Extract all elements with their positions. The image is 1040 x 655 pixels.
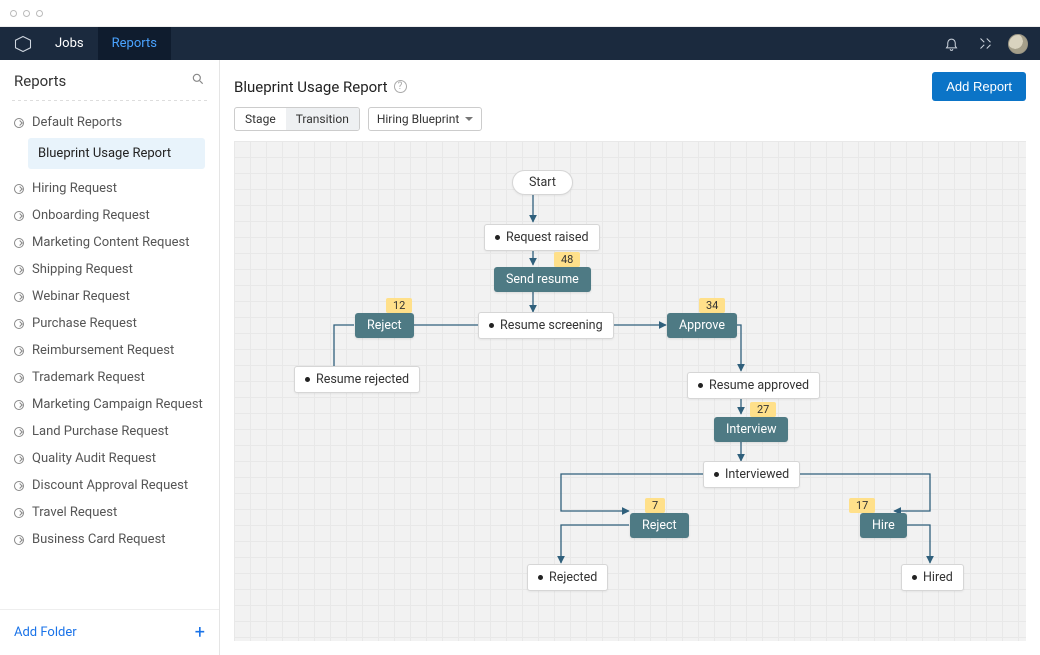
- chevron-down-icon: [465, 117, 473, 121]
- sidebar-item-label: Quality Audit Request: [32, 451, 156, 466]
- sidebar-item-marketing-content-request[interactable]: Marketing Content Request: [0, 229, 219, 256]
- chevron-right-icon: [14, 427, 24, 437]
- sidebar-item-label: Onboarding Request: [32, 208, 150, 223]
- state-rejected[interactable]: Rejected: [527, 564, 608, 591]
- chevron-right-icon: [14, 292, 24, 302]
- sidebar-item-label: Business Card Request: [32, 532, 166, 547]
- segment-stage[interactable]: Stage: [235, 108, 286, 130]
- transition-reject2[interactable]: Reject: [630, 513, 689, 538]
- sidebar-item-webinar-request[interactable]: Webinar Request: [0, 283, 219, 310]
- page-title: Blueprint Usage Report: [234, 78, 388, 96]
- transition-reject1[interactable]: Reject: [355, 313, 414, 338]
- bell-icon[interactable]: [940, 33, 962, 55]
- state-resume-approved[interactable]: Resume approved: [687, 372, 820, 399]
- topbar: Jobs Reports: [0, 27, 1040, 60]
- transition-approve[interactable]: Approve: [667, 313, 737, 338]
- avatar[interactable]: [1008, 34, 1028, 54]
- chevron-right-icon: [14, 265, 24, 275]
- badge-reject2: 7: [645, 498, 665, 513]
- chevron-right-icon: [14, 211, 24, 221]
- state-start[interactable]: Start: [512, 170, 573, 195]
- sidebar-item-label: Hiring Request: [32, 181, 117, 196]
- plus-icon: +: [195, 622, 205, 643]
- sidebar-item-label: Trademark Request: [32, 370, 145, 385]
- chevron-right-icon: [14, 373, 24, 383]
- sidebar-item-trademark-request[interactable]: Trademark Request: [0, 364, 219, 391]
- state-resume-screening[interactable]: Resume screening: [478, 312, 614, 339]
- state-hired[interactable]: Hired: [901, 564, 964, 591]
- blueprint-dropdown[interactable]: Hiring Blueprint: [368, 107, 482, 131]
- add-folder-button[interactable]: Add Folder +: [0, 609, 219, 655]
- sidebar-item-shipping-request[interactable]: Shipping Request: [0, 256, 219, 283]
- transition-hire[interactable]: Hire: [860, 513, 907, 538]
- sidebar-item-label: Travel Request: [32, 505, 117, 520]
- sidebar-item-quality-audit-request[interactable]: Quality Audit Request: [0, 445, 219, 472]
- sidebar-item-label: Webinar Request: [32, 289, 130, 304]
- sidebar-list: Default Reports Blueprint Usage Report H…: [0, 109, 219, 609]
- chevron-right-icon: [14, 184, 24, 194]
- nav-reports[interactable]: Reports: [98, 27, 171, 60]
- sidebar-item-label: Purchase Request: [32, 316, 137, 331]
- sidebar-item-marketing-campaign-request[interactable]: Marketing Campaign Request: [0, 391, 219, 418]
- chevron-right-icon: [14, 454, 24, 464]
- browser-chrome: [0, 0, 1040, 27]
- badge-send-resume: 48: [554, 252, 580, 267]
- sidebar-item-travel-request[interactable]: Travel Request: [0, 499, 219, 526]
- app-logo-icon: [10, 31, 36, 57]
- chevron-right-icon: [14, 319, 24, 329]
- badge-interview: 27: [750, 402, 776, 417]
- sidebar-item-hiring-request[interactable]: Hiring Request: [0, 175, 219, 202]
- state-interviewed[interactable]: Interviewed: [703, 461, 800, 488]
- badge-reject1: 12: [386, 298, 412, 313]
- chevron-right-icon: [14, 535, 24, 545]
- main: Blueprint Usage Report ? Add Report Stag…: [220, 60, 1040, 655]
- sidebar-item-label: Default Reports: [32, 115, 122, 130]
- view-segment: Stage Transition: [234, 107, 360, 131]
- sidebar-item-discount-approval-request[interactable]: Discount Approval Request: [0, 472, 219, 499]
- flow-canvas: Start Request raised Resume screening Re…: [234, 141, 1026, 641]
- segment-transition[interactable]: Transition: [286, 108, 359, 130]
- sidebar-item-default-reports[interactable]: Default Reports: [0, 109, 219, 136]
- sidebar-item-label: Marketing Content Request: [32, 235, 189, 250]
- nav-jobs[interactable]: Jobs: [41, 27, 98, 60]
- search-icon[interactable]: [191, 72, 205, 90]
- chevron-right-icon: [14, 508, 24, 518]
- chevron-right-icon: [14, 481, 24, 491]
- sidebar-item-label: Discount Approval Request: [32, 478, 188, 493]
- transition-interview[interactable]: Interview: [714, 417, 788, 442]
- sidebar-item-label: Shipping Request: [32, 262, 133, 277]
- sidebar-item-reimbursement-request[interactable]: Reimbursement Request: [0, 337, 219, 364]
- sidebar-item-purchase-request[interactable]: Purchase Request: [0, 310, 219, 337]
- chevron-right-icon: [14, 118, 24, 128]
- chevron-right-icon: [14, 238, 24, 248]
- dropdown-label: Hiring Blueprint: [377, 112, 459, 126]
- tools-icon[interactable]: [974, 33, 996, 55]
- help-icon[interactable]: ?: [394, 80, 407, 93]
- sidebar-subitem-blueprint-usage-report[interactable]: Blueprint Usage Report: [28, 138, 205, 169]
- sidebar: Reports Default Reports Blueprint Usage …: [0, 60, 220, 655]
- sidebar-item-land-purchase-request[interactable]: Land Purchase Request: [0, 418, 219, 445]
- badge-approve: 34: [699, 298, 725, 313]
- state-request-raised[interactable]: Request raised: [484, 224, 600, 251]
- badge-hire: 17: [849, 498, 875, 513]
- add-folder-label: Add Folder: [14, 625, 77, 640]
- chevron-right-icon: [14, 400, 24, 410]
- add-report-button[interactable]: Add Report: [932, 72, 1026, 101]
- transition-send-resume[interactable]: Send resume: [494, 267, 591, 292]
- state-resume-rejected[interactable]: Resume rejected: [294, 366, 420, 393]
- sidebar-item-label: Reimbursement Request: [32, 343, 174, 358]
- sidebar-item-onboarding-request[interactable]: Onboarding Request: [0, 202, 219, 229]
- sidebar-item-label: Marketing Campaign Request: [32, 397, 203, 412]
- sidebar-item-label: Land Purchase Request: [32, 424, 169, 439]
- chevron-right-icon: [14, 346, 24, 356]
- sidebar-item-business-card-request[interactable]: Business Card Request: [0, 526, 219, 553]
- sidebar-title: Reports: [14, 72, 66, 90]
